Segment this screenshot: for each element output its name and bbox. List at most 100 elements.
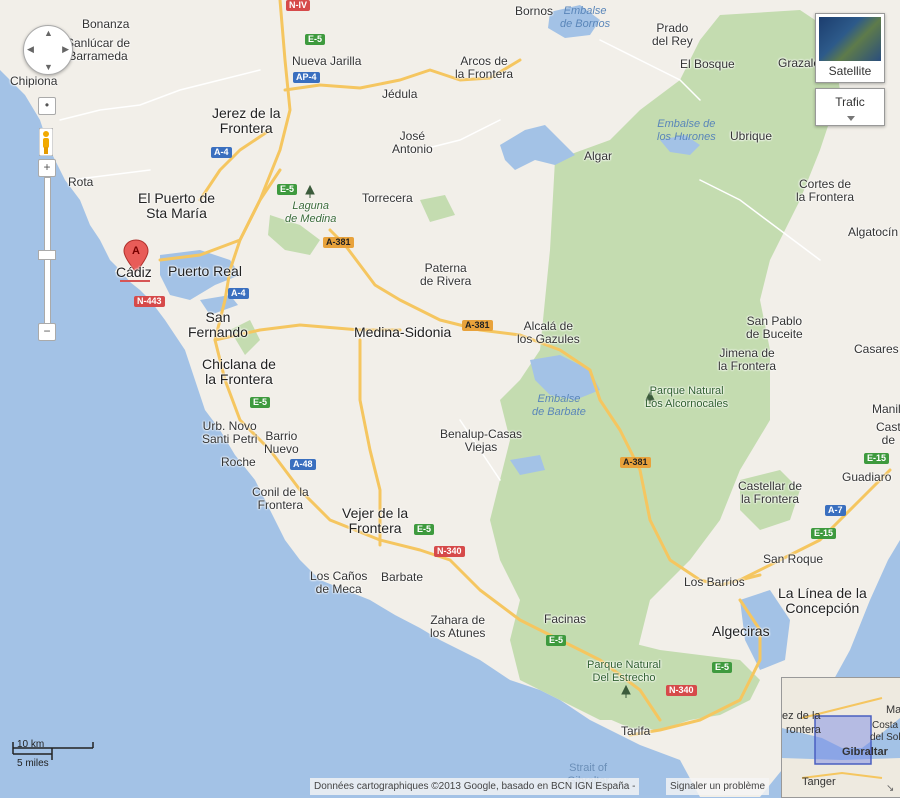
dropdown-arrow-icon [847,116,855,121]
city-label: Conil de la Frontera [252,485,309,512]
overview-label: Ma [886,704,900,716]
overview-label: Gibraltar [842,746,888,758]
city-label: Barrio Nuevo [264,429,299,456]
overview-label: rontera [786,724,821,736]
attribution: Données cartographiques ©2013 Google, ba… [310,778,640,795]
city-label: Nueva Jarilla [292,54,362,68]
park-label: Laguna de Medina [285,200,337,225]
city-label: José Antonio [392,129,433,156]
city-label: Algar [584,149,613,163]
city-label: Benalup-Casas Viejas [440,427,523,454]
city-label: Manily [872,402,900,416]
city-label: San Fernando [188,309,248,340]
zoom-out-button[interactable]: − [38,323,56,341]
city-label: El Puerto de Sta María [138,190,216,221]
road-shield: N-340 [666,685,697,696]
overview-label: Costa [872,720,899,731]
road-shield: E-15 [864,453,890,464]
overview-label: del Sol [870,732,900,743]
target-icon: • [44,98,50,112]
overview-label: ez de la [782,710,821,722]
zoom-in-button[interactable]: + [38,159,56,177]
road-shield: AP-4 [293,72,320,83]
city-label: Jimena de la Frontera [718,346,777,373]
road-shield: A-381 [462,320,493,331]
city-label: Urb. Novo Santi Petri [202,419,258,446]
city-label: Vejer de la Frontera [342,505,409,536]
pan-down-icon[interactable]: ▼ [44,62,53,72]
city-label: Medina-Sidonia [354,324,452,340]
road-shield: E-5 [712,662,733,673]
city-label: Algatocín [848,225,899,239]
scale-miles: 5 miles [17,758,49,769]
road-shield: A-7 [825,505,846,516]
recenter-button[interactable]: • [38,97,56,115]
traffic-button[interactable]: Trafic [815,88,885,126]
scale-bar: 10 km 5 miles [12,739,96,772]
pan-control[interactable]: ▲ ▼ ◀ ▶ [23,25,73,75]
city-label: Cortes de la Frontera [796,177,855,204]
road-shield: E-5 [277,184,298,195]
city-label: Cádiz [116,264,152,280]
city-label: Chiclana de la Frontera [202,356,276,387]
park-label: Parque Natural Del Estrecho [587,659,661,684]
pan-up-icon[interactable]: ▲ [44,28,53,38]
traffic-label: Trafic [835,95,865,109]
city-label: Los Barrios [684,575,745,589]
city-label: Zahara de los Atunes [430,613,486,640]
satellite-button[interactable]: Satellite [815,13,885,83]
city-label: Bonanza [82,17,130,31]
city-label: Guadiaro [842,470,892,484]
city-label: Torrecera [362,191,413,205]
svg-text:A: A [132,245,140,257]
city-label: San Pablo de Buceite [746,314,803,341]
city-label: Los Caños de Meca [310,569,368,596]
city-label: Paterna de Rivera [420,261,472,288]
city-label: Cast de [876,420,900,447]
water-label: Embalse de Barbate [532,393,586,418]
city-label: Sanlúcar de Barrameda [66,36,131,63]
road-shield: E-5 [546,635,567,646]
road-shield: N-IV [286,0,310,11]
city-label: Jerez de la Frontera [212,105,281,136]
road-shield: E-5 [250,397,271,408]
report-problem-link[interactable]: Signaler un problème [666,778,770,795]
city-label: Rota [68,175,94,189]
city-label: San Roque [763,552,824,566]
city-label: Arcos de la Frontera [455,54,514,81]
city-label: Ubrique [730,129,773,143]
road-shield: E-5 [414,524,435,535]
scale-km: 10 km [17,739,45,750]
road-shield: A-48 [290,459,316,470]
collapse-overview-icon[interactable]: ↘ [886,783,898,795]
city-label: Grazale [778,56,821,70]
city-label: Chipiona [10,74,58,88]
satellite-label: Satellite [828,64,872,78]
park-label: Parque Natural Los Alcornocales [645,385,729,410]
city-label: Alcalá de los Gazules [517,319,580,346]
city-label: Barbate [381,570,424,584]
water-label: Embalse de los Hurones [657,118,716,143]
city-label: Roche [221,455,256,469]
road-shield: E-15 [811,528,837,539]
road-shield: E-5 [305,34,326,45]
water-label: Embalse de Bornos [560,5,611,30]
city-label: Facinas [544,612,587,626]
city-label: Jédula [382,87,418,101]
city-label: La Línea de la Concepción [778,585,867,616]
road-shield: A-4 [211,147,232,158]
city-label: Bornos [515,4,554,18]
city-label: El Bosque [680,57,735,71]
pan-right-icon[interactable]: ▶ [62,44,69,55]
pan-left-icon[interactable]: ◀ [27,44,34,55]
city-label: Casares [854,342,899,356]
zoom-slider-handle[interactable] [38,250,56,260]
city-label: Algeciras [712,623,770,639]
city-label: Castellar de la Frontera [738,479,803,506]
overview-map[interactable]: Ma ez de la rontera Costa del Sol Gibral… [781,677,900,798]
road-shield: N-443 [134,296,165,307]
road-shield: A-381 [323,237,354,248]
city-label: Prado del Rey [652,21,693,48]
street-view-pegman-icon[interactable] [39,128,53,156]
map-canvas[interactable]: A [0,0,900,797]
